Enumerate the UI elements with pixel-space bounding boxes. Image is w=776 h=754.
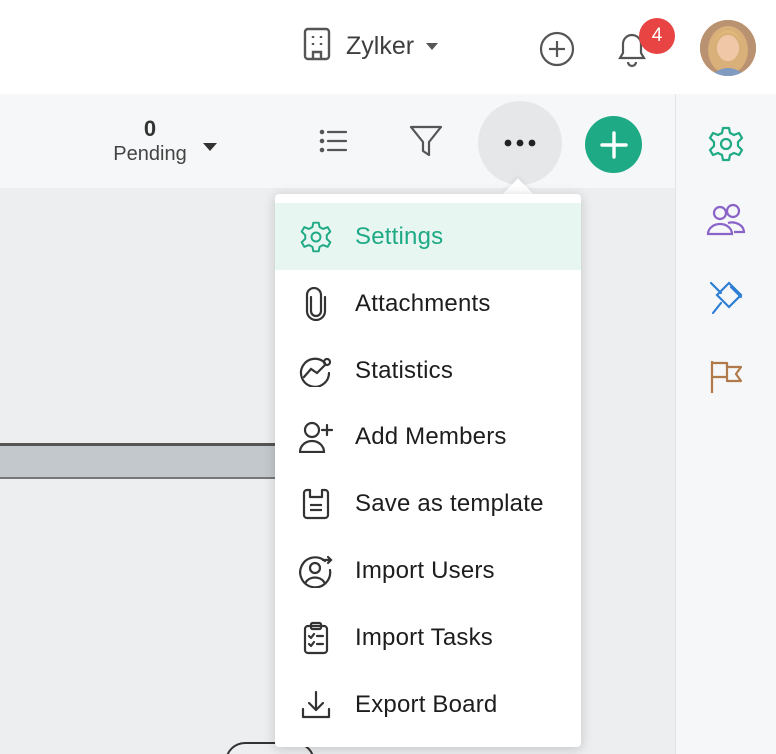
avatar[interactable] [700, 20, 756, 76]
right-rail [675, 94, 776, 754]
menu-item-label: Export Board [355, 690, 498, 718]
menu-item-label: Add Members [355, 422, 507, 450]
menu-item-settings[interactable]: Settings [275, 203, 581, 270]
plug-icon[interactable] [706, 278, 746, 318]
pending-label: Pending [113, 143, 187, 165]
top-bar: Zylker 4 [0, 0, 776, 94]
menu-item-attachments[interactable]: Attachments [275, 270, 581, 337]
more-options-button[interactable] [478, 101, 562, 185]
gear-icon[interactable] [706, 124, 746, 164]
clipboard-icon [299, 621, 333, 655]
paperclip-icon [299, 286, 333, 321]
menu-item-export-board[interactable]: Export Board [275, 671, 581, 738]
add-circle-icon[interactable] [538, 30, 576, 68]
pending-dropdown-icon[interactable] [203, 143, 217, 151]
gear-icon [299, 220, 333, 254]
pending-count: 0 [143, 116, 157, 141]
import-users-icon [299, 554, 333, 588]
filter-icon[interactable] [407, 122, 445, 160]
menu-item-label: Settings [355, 222, 444, 250]
more-icon [504, 139, 536, 147]
list-icon[interactable] [316, 126, 350, 156]
add-user-icon [299, 420, 333, 454]
org-switcher[interactable]: Zylker [302, 27, 439, 66]
menu-item-label: Attachments [355, 289, 491, 317]
menu-item-label: Save as template [355, 489, 544, 517]
menu-item-label: Import Tasks [355, 623, 493, 651]
pending-filter[interactable]: 0 Pending [108, 116, 192, 166]
menu-item-add-members[interactable]: Add Members [275, 403, 581, 470]
org-name: Zylker [346, 31, 415, 60]
board-column-strip [0, 443, 275, 479]
flag-icon[interactable] [706, 356, 746, 396]
save-template-icon [299, 487, 333, 521]
menu-item-save-as-template[interactable]: Save as template [275, 470, 581, 537]
board-toolbar: 0 Pending [0, 94, 675, 188]
menu-item-statistics[interactable]: Statistics [275, 337, 581, 404]
menu-item-import-tasks[interactable]: Import Tasks [275, 604, 581, 671]
download-icon [299, 688, 333, 722]
menu-item-import-users[interactable]: Import Users [275, 537, 581, 604]
menu-item-label: Statistics [355, 356, 454, 384]
add-icon [599, 130, 628, 159]
chevron-down-icon [426, 42, 439, 50]
building-icon [302, 27, 332, 66]
add-task-button[interactable] [585, 116, 642, 173]
menu-item-label: Import Users [355, 556, 495, 584]
notification-badge: 4 [639, 18, 675, 54]
more-options-menu: Settings Attachments Statistics Add Memb… [275, 194, 581, 747]
chart-icon [299, 354, 333, 388]
users-icon[interactable] [706, 200, 746, 240]
